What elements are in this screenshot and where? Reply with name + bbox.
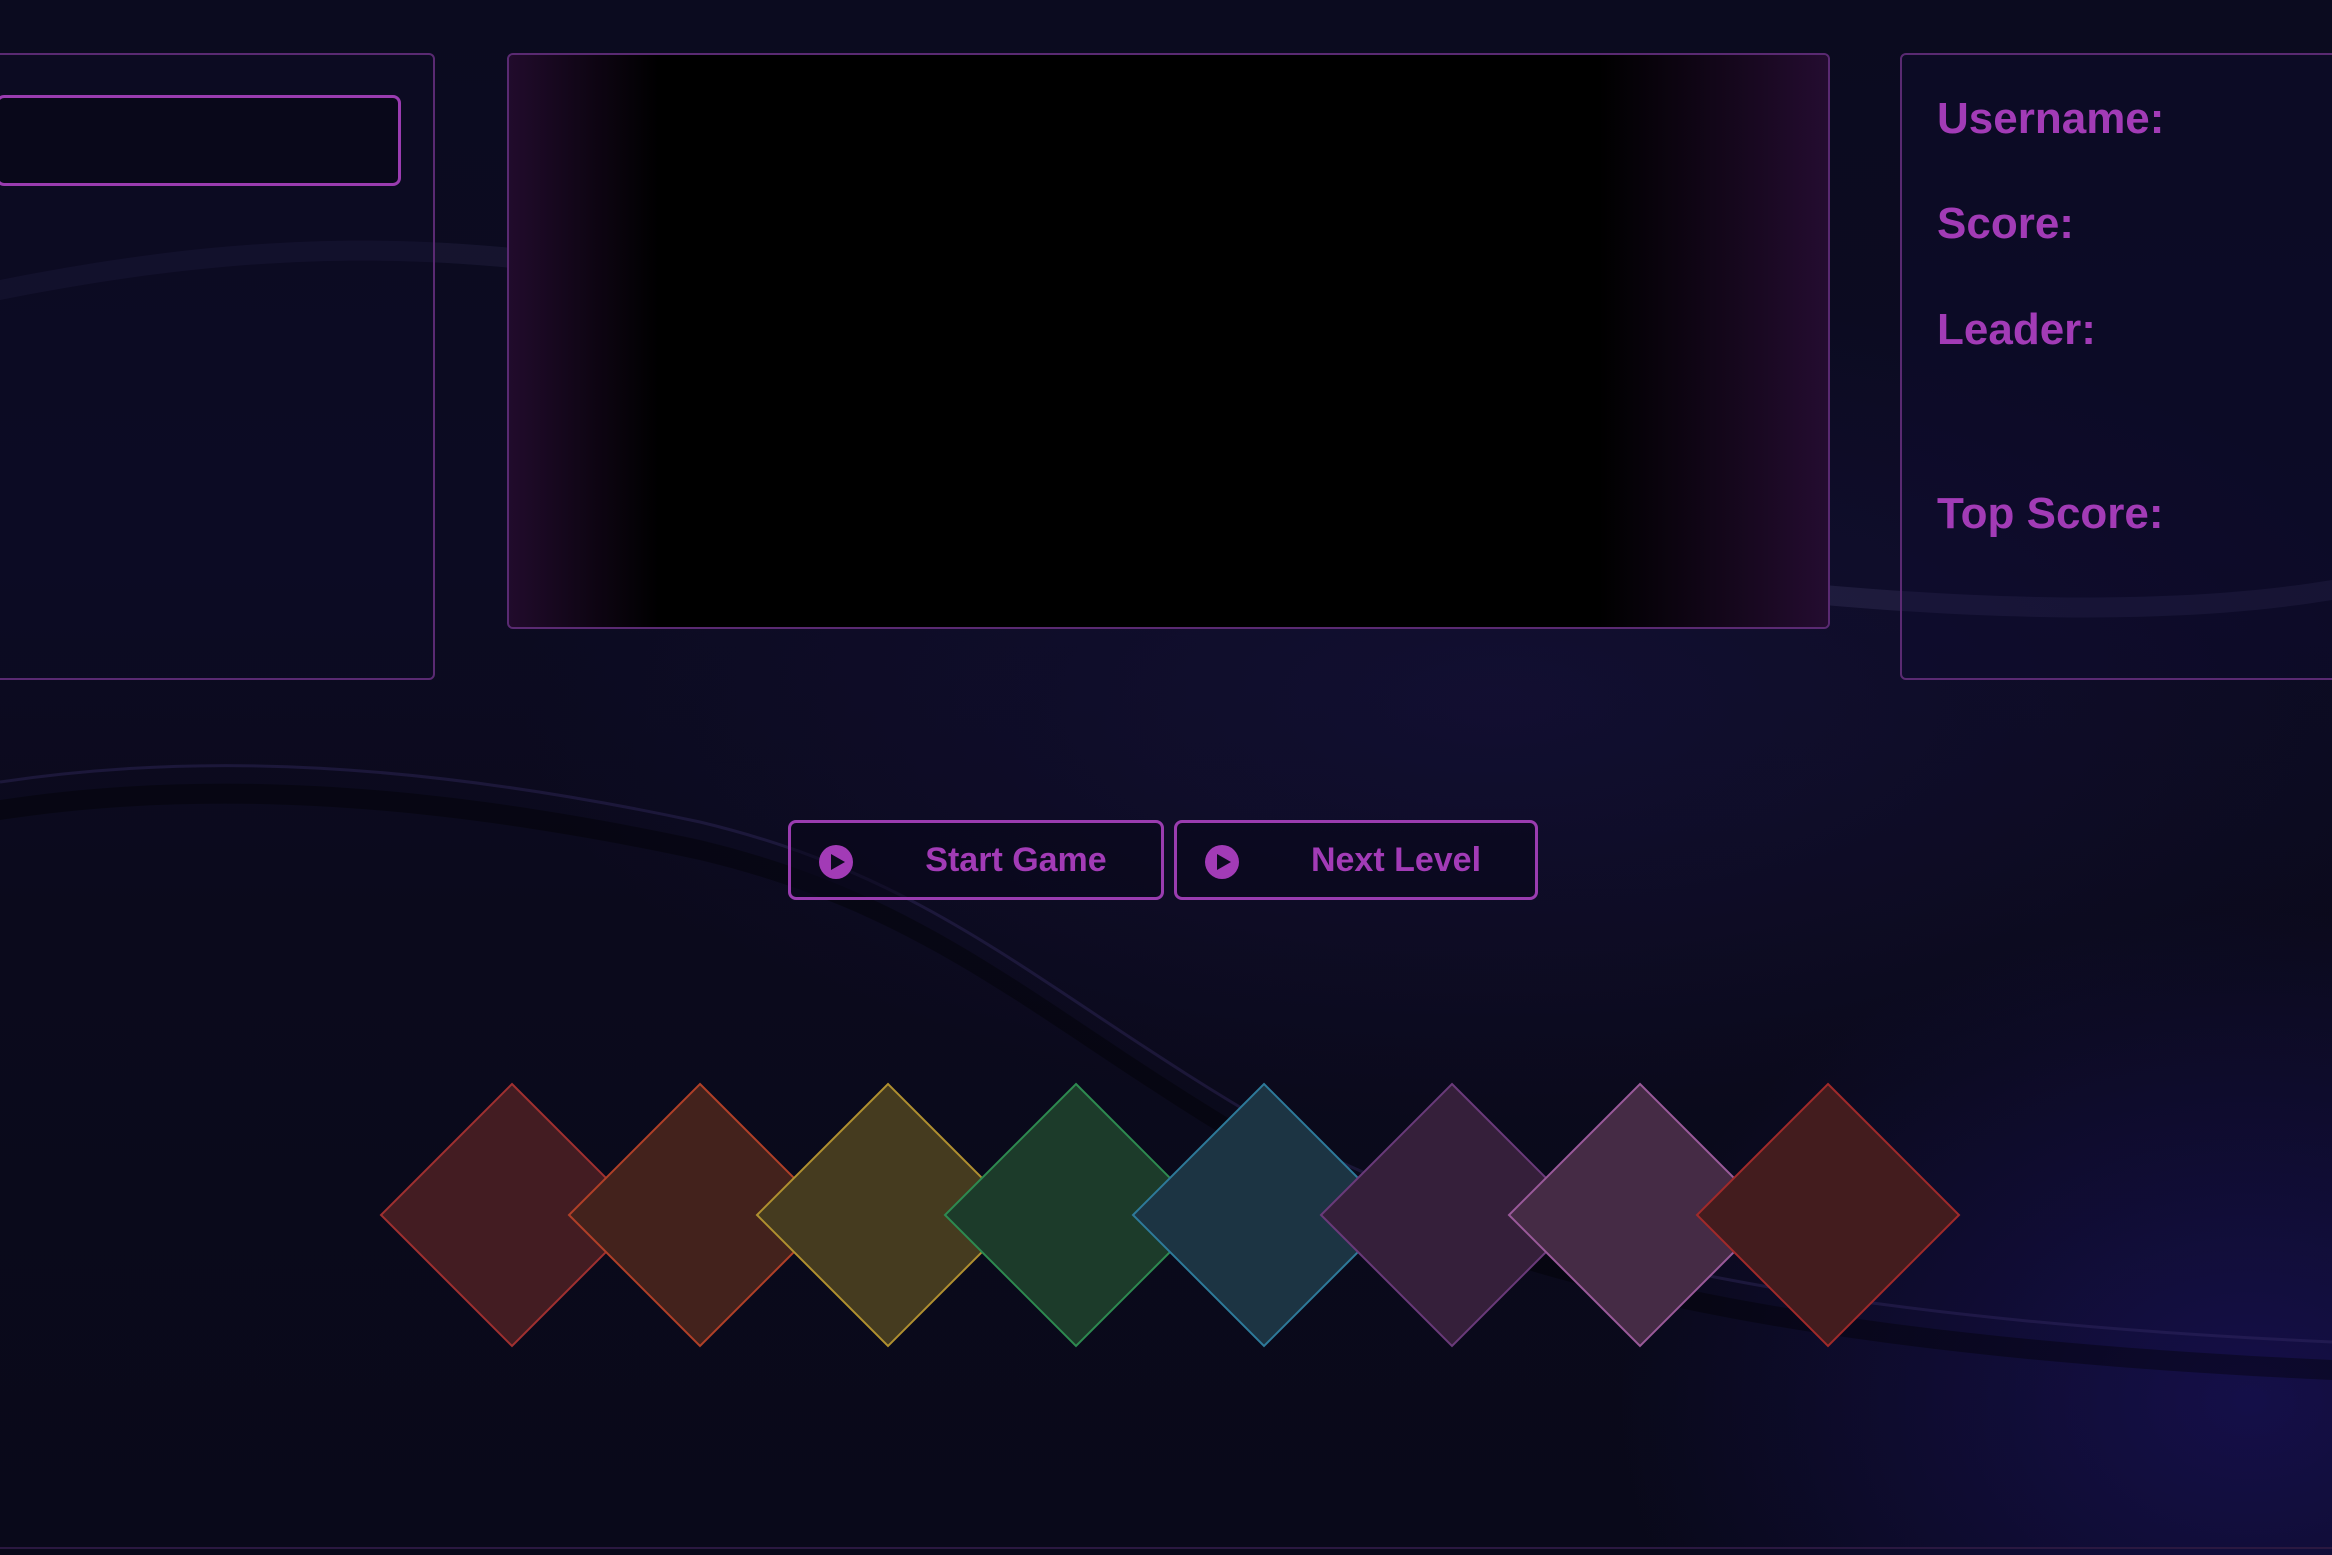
play-circle-icon [1205,845,1239,879]
score-label: Score: [1937,199,2074,248]
next-level-label: Next Level [1310,840,1482,879]
name-input[interactable] [0,95,401,186]
bottom-divider [0,1547,2332,1549]
stats-panel [1900,53,2332,680]
screen-edge-glow-left [509,55,659,627]
screen-edge-glow-right [1598,55,1828,627]
color-pad-crimson[interactable] [1695,1082,1961,1348]
start-game-label: Start Game [925,840,1107,879]
next-level-button[interactable]: Next Level [1174,820,1538,900]
play-circle-icon [819,845,853,879]
game-background: Username: Score: Leader: Top Score: Star… [0,0,2332,1555]
username-label: Username: [1937,94,2165,143]
top-score-label: Top Score: [1937,489,2164,538]
leader-label: Leader: [1937,305,2096,354]
start-game-button[interactable]: Start Game [788,820,1164,900]
game-screen[interactable] [507,53,1830,629]
